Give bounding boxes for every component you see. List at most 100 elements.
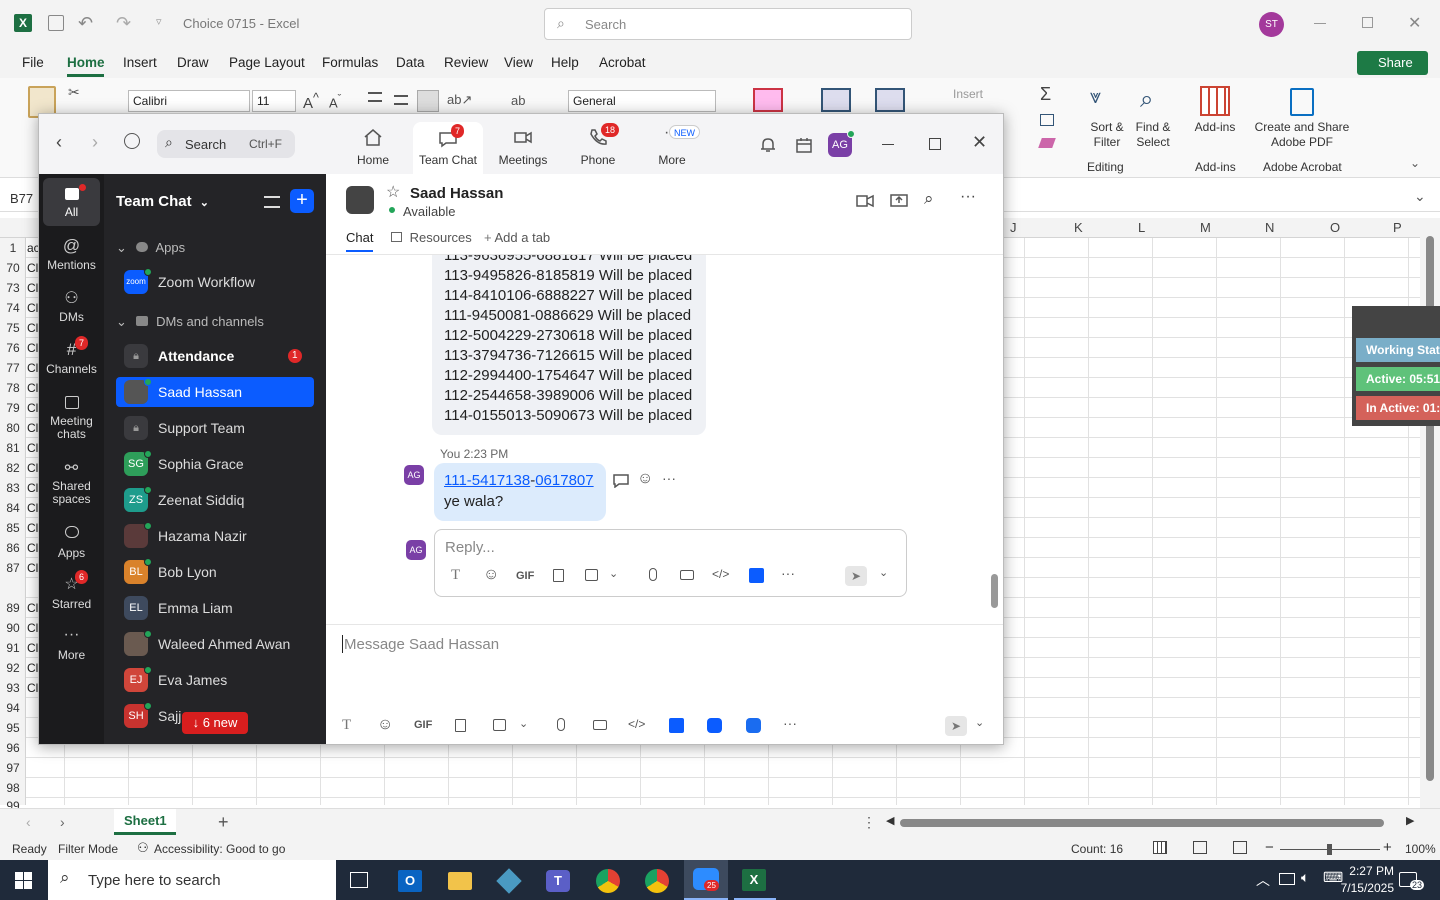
volume-icon[interactable]: 🔈︎ [1301, 869, 1309, 886]
page-layout-view-icon[interactable] [1193, 841, 1207, 854]
cell-text[interactable]: Cl [27, 441, 38, 455]
ribbon-collapse-icon[interactable]: ⌄ [1410, 156, 1420, 170]
screenshot-dropdown-icon[interactable]: ⌄ [519, 717, 528, 730]
file-icon[interactable] [455, 719, 466, 732]
section-dms-header[interactable]: ⌄ DMs and channels [116, 314, 264, 330]
cut-icon[interactable]: ✂ [68, 84, 80, 101]
cell-text[interactable]: Cl [27, 261, 38, 275]
cell-text[interactable]: Cl [27, 661, 38, 675]
cell-text[interactable]: Cl [27, 341, 38, 355]
find-select-label[interactable]: Find & Select [1128, 120, 1178, 150]
font-name-select[interactable]: Calibri [128, 90, 250, 112]
scroll-left-icon[interactable]: ◀ [886, 814, 894, 827]
app-icon-1[interactable] [669, 718, 684, 733]
message-link[interactable]: 111-5417138-0617807 [444, 472, 594, 489]
rail-starred[interactable]: ☆ 6 Starred [43, 570, 100, 611]
normal-view-icon[interactable] [1153, 841, 1167, 854]
task-view-icon[interactable] [350, 872, 368, 888]
app-icon[interactable] [749, 568, 764, 583]
search-box[interactable]: ⌕ Search [544, 8, 912, 40]
show-hidden-icons-icon[interactable]: ︿ [1256, 870, 1270, 890]
sheet-options-icon[interactable]: ⋮ [862, 814, 876, 831]
name-box[interactable]: B77 [10, 191, 33, 206]
compose-input[interactable]: Message Saad Hassan [340, 632, 980, 712]
zoom-close-icon[interactable]: ✕ [972, 132, 987, 153]
cell-text[interactable]: Cl [27, 621, 38, 635]
list-item-waleed-ahmed-awan[interactable]: Waleed Ahmed Awan [116, 629, 314, 659]
tab-phone[interactable]: Phone 18 [563, 123, 633, 167]
react-emoji-icon[interactable]: ☺ [637, 470, 653, 488]
tab-home[interactable]: Home [338, 128, 408, 167]
zoom-slider[interactable] [1280, 844, 1380, 855]
chrome-icon[interactable] [596, 869, 620, 893]
list-item-support-team[interactable]: 🔒︎ Support Team [116, 413, 314, 443]
page-break-view-icon[interactable] [1233, 841, 1247, 854]
sheet-tab-sheet1[interactable]: Sheet1 [114, 809, 176, 835]
forward-icon[interactable]: › [92, 132, 98, 153]
find-select-icon[interactable]: ⌕ [1140, 86, 1153, 114]
cell-text[interactable]: Cl [27, 461, 38, 475]
screenshot-dropdown-icon[interactable]: ⌄ [609, 567, 618, 580]
send-options-icon[interactable]: ⌄ [975, 716, 984, 729]
rail-apps[interactable]: Apps [43, 524, 100, 560]
sort-filter-icon[interactable]: ⩔ [1090, 86, 1101, 109]
chat-header-avatar[interactable] [346, 186, 374, 214]
increase-font-icon[interactable]: A^ [303, 91, 319, 112]
network-icon[interactable] [1279, 873, 1295, 885]
more-tools-icon[interactable]: ··· [781, 565, 795, 581]
redo-icon[interactable]: ↷ [116, 13, 131, 34]
minimize-icon[interactable] [1314, 23, 1326, 24]
menu-insert[interactable]: Insert [123, 55, 157, 70]
link-part-1[interactable]: 111-5417138 [444, 472, 530, 489]
formula-expand-icon[interactable]: ⌄ [1414, 188, 1426, 205]
user-avatar[interactable]: ST [1259, 12, 1284, 37]
prev-sheet-icon[interactable]: ‹ [26, 814, 31, 830]
menu-data[interactable]: Data [396, 55, 425, 70]
chat-list-title[interactable]: Team Chat ⌄ [116, 193, 209, 210]
conditional-format-icon[interactable] [753, 88, 783, 112]
cell-text[interactable]: Cl [27, 521, 38, 535]
addins-icon[interactable] [1200, 86, 1230, 116]
rail-meeting-chats[interactable]: Meeting chats [43, 394, 100, 441]
format-text-icon[interactable]: T [451, 567, 460, 584]
screenshot-icon[interactable] [493, 719, 506, 731]
favorite-star-icon[interactable]: ☆ [386, 182, 400, 202]
list-item-eva-james[interactable]: EJ Eva James [116, 665, 314, 695]
cell-text[interactable]: Cl [27, 561, 38, 575]
insert-cells-label[interactable]: Insert [953, 87, 983, 101]
tab-more[interactable]: ··· More NEW [637, 125, 707, 167]
cell-text[interactable]: Cl [27, 501, 38, 515]
windows-start-icon[interactable] [15, 872, 32, 889]
chrome-profile-icon[interactable] [645, 869, 669, 893]
cell-text[interactable]: Cl [27, 381, 38, 395]
video-message-icon[interactable] [680, 570, 694, 580]
list-item-sophia-grace[interactable]: SG Sophia Grace [116, 449, 314, 479]
list-item-attendance[interactable]: 🔒︎ Attendance 1 [116, 341, 314, 371]
menu-acrobat[interactable]: Acrobat [599, 55, 646, 70]
filter-icon[interactable] [264, 196, 280, 208]
microphone-icon[interactable] [649, 568, 657, 581]
align-top-icon[interactable] [368, 92, 382, 102]
sort-filter-label[interactable]: Sort & Filter [1084, 120, 1130, 150]
clock-time[interactable]: 2:27 PM [1334, 864, 1394, 878]
number-format-select[interactable]: General [568, 90, 716, 112]
chat-more-options-icon[interactable]: ··· [960, 188, 976, 206]
cell-text[interactable]: Cl [27, 301, 38, 315]
calendar-icon[interactable] [795, 136, 813, 154]
column-header[interactable]: O [1330, 220, 1340, 235]
chat-header-name[interactable]: Saad Hassan [410, 185, 503, 202]
menu-file[interactable]: File [22, 55, 44, 70]
thread-reply-box[interactable]: Reply... T ☺ GIF ⌄ </> ··· ➤ ⌄ [434, 529, 907, 597]
column-header[interactable]: P [1393, 220, 1402, 235]
taskbar-search[interactable]: ⌕ Type here to search [48, 860, 336, 900]
column-header[interactable]: K [1074, 220, 1083, 235]
format-text-icon[interactable]: T [342, 717, 351, 734]
add-tab[interactable]: + Add a tab [484, 230, 550, 245]
undo-icon[interactable]: ↶ [78, 13, 93, 34]
cell-text[interactable]: Cl [27, 401, 38, 415]
tab-chat[interactable]: Chat [346, 230, 374, 252]
rail-all[interactable]: All [43, 178, 100, 226]
code-icon[interactable]: </> [628, 717, 645, 731]
save-icon[interactable] [48, 15, 64, 31]
clock-date[interactable]: 7/15/2025 [1325, 881, 1394, 895]
